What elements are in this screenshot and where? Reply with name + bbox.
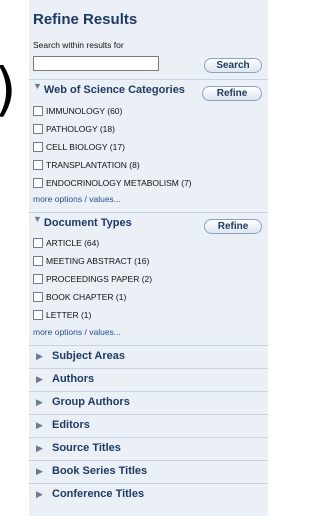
filter-option[interactable]: PROCEEDINGS PAPER (2) xyxy=(33,273,153,286)
section-title: Subject Areas xyxy=(52,350,125,362)
collapsed-triangle-icon: ▶ xyxy=(36,374,43,384)
collapsed-triangle-icon: ▶ xyxy=(36,489,43,499)
filter-option-label: IMMUNOLOGY (60) xyxy=(46,106,123,116)
section-title: Authors xyxy=(52,373,95,385)
filter-option-label: CELL BIOLOGY (17) xyxy=(46,142,125,152)
filter-option[interactable]: CELL BIOLOGY (17) xyxy=(33,141,125,154)
refine-button-wos-categories[interactable]: Refine xyxy=(202,86,262,101)
section-title: Document Types xyxy=(43,217,132,229)
collapsed-section-editors[interactable]: ▶ Editors xyxy=(29,414,268,435)
search-within-label: Search within results for xyxy=(33,40,124,50)
section-header-document-types[interactable]: ▼ Document Types xyxy=(33,214,132,229)
section-title: Source Titles xyxy=(52,442,121,454)
checkbox[interactable] xyxy=(33,273,43,284)
checkbox[interactable] xyxy=(33,141,43,152)
cropped-parenthesis: ) xyxy=(0,60,17,118)
filter-option[interactable]: ARTICLE (64) xyxy=(33,237,100,250)
expanded-triangle-icon: ▼ xyxy=(33,214,42,224)
collapsed-section-book-series-titles[interactable]: ▶ Book Series Titles xyxy=(29,460,268,481)
filter-option[interactable]: BOOK CHAPTER (1) xyxy=(33,291,127,304)
more-options-link[interactable]: more options / values... xyxy=(33,194,121,204)
filter-option-label: PATHOLOGY (18) xyxy=(46,124,115,134)
collapsed-section-source-titles[interactable]: ▶ Source Titles xyxy=(29,437,268,458)
section-title: Conference Titles xyxy=(52,488,145,500)
checkbox[interactable] xyxy=(33,105,43,116)
section-title: Web of Science Categories xyxy=(43,84,185,96)
filter-option[interactable]: TRANSPLANTATION (8) xyxy=(33,159,140,172)
section-title: Book Series Titles xyxy=(52,465,148,477)
checkbox[interactable] xyxy=(33,309,43,320)
filter-option-label: ARTICLE (64) xyxy=(46,238,100,248)
collapsed-section-authors[interactable]: ▶ Authors xyxy=(29,368,268,389)
checkbox[interactable] xyxy=(33,291,43,302)
collapsed-triangle-icon: ▶ xyxy=(36,443,43,453)
checkbox[interactable] xyxy=(33,177,43,188)
collapsed-triangle-icon: ▶ xyxy=(36,466,43,476)
filter-option-label: PROCEEDINGS PAPER (2) xyxy=(46,274,153,284)
collapsed-section-subject-areas[interactable]: ▶ Subject Areas xyxy=(29,345,268,366)
refine-results-panel: Refine Results Search within results for… xyxy=(29,0,268,516)
section-header-wos-categories[interactable]: ▼ Web of Science Categories xyxy=(33,81,185,96)
filter-option[interactable]: MEETING ABSTRACT (16) xyxy=(33,255,150,268)
filter-option[interactable]: ENDOCRINOLOGY METABOLISM (7) xyxy=(33,177,192,190)
divider xyxy=(29,79,268,80)
filter-option[interactable]: LETTER (1) xyxy=(33,309,92,322)
panel-title: Refine Results xyxy=(33,11,138,28)
section-title: Editors xyxy=(52,419,90,431)
filter-option[interactable]: PATHOLOGY (18) xyxy=(33,123,115,136)
expanded-triangle-icon: ▼ xyxy=(33,81,42,91)
collapsed-triangle-icon: ▶ xyxy=(36,351,43,361)
collapsed-section-group-authors[interactable]: ▶ Group Authors xyxy=(29,391,268,412)
filter-option[interactable]: IMMUNOLOGY (60) xyxy=(33,105,123,118)
filter-option-label: TRANSPLANTATION (8) xyxy=(46,160,140,170)
filter-option-label: LETTER (1) xyxy=(46,310,92,320)
collapsed-triangle-icon: ▶ xyxy=(36,420,43,430)
refine-button-document-types[interactable]: Refine xyxy=(204,219,262,234)
filter-option-label: BOOK CHAPTER (1) xyxy=(46,292,127,302)
more-options-link[interactable]: more options / values... xyxy=(33,327,121,337)
checkbox[interactable] xyxy=(33,255,43,266)
checkbox[interactable] xyxy=(33,123,43,134)
collapsed-section-conference-titles[interactable]: ▶ Conference Titles xyxy=(29,483,268,504)
search-button[interactable]: Search xyxy=(204,58,262,73)
collapsed-triangle-icon: ▶ xyxy=(36,397,43,407)
checkbox[interactable] xyxy=(33,237,43,248)
section-title: Group Authors xyxy=(52,396,130,408)
divider xyxy=(29,212,268,213)
filter-option-label: MEETING ABSTRACT (16) xyxy=(46,256,150,266)
search-within-input[interactable] xyxy=(33,56,159,71)
filter-option-label: ENDOCRINOLOGY METABOLISM (7) xyxy=(46,178,192,188)
checkbox[interactable] xyxy=(33,159,43,170)
